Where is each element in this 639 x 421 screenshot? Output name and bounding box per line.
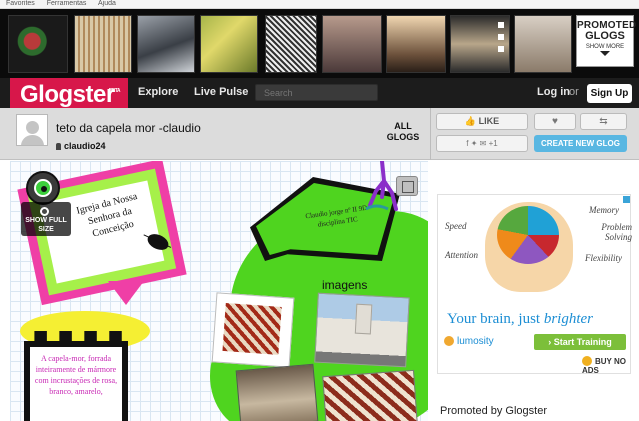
- promo-show-more: SHOW MORE: [585, 44, 625, 50]
- eye-iris: [34, 179, 52, 197]
- zoom-icon: [40, 207, 49, 216]
- photo-church-interior[interactable]: [235, 363, 319, 421]
- promo-line2: GLOGS: [585, 30, 625, 42]
- search-input[interactable]: [255, 84, 378, 101]
- logo-beta: BETA: [108, 88, 121, 94]
- all-glogs-link[interactable]: ALL GLOGS: [384, 121, 422, 143]
- photo-tile-pattern[interactable]: [211, 292, 295, 368]
- create-new-glog-button[interactable]: CREATE NEW GLOG: [534, 135, 627, 152]
- promoted-thumb-6[interactable]: [322, 15, 382, 73]
- user-icon: [56, 143, 61, 150]
- ad-label-attention: Attention: [445, 250, 478, 260]
- chevron-down-icon: [600, 51, 610, 56]
- browser-favorites-bar: Favorites Ferramentas Ajuda: [0, 0, 639, 9]
- divider: [430, 108, 431, 160]
- ad-headline-emphasis: brighter: [543, 311, 593, 327]
- ad-headline[interactable]: Your brain, just brighter: [447, 311, 593, 328]
- help-menu[interactable]: Ajuda: [98, 0, 116, 7]
- remix-icon[interactable]: ⇆: [580, 113, 627, 130]
- nav-live-pulse-link[interactable]: Live Pulse: [194, 86, 248, 98]
- ad-label-memory: Memory: [589, 205, 619, 215]
- promoted-thumb-8[interactable]: [450, 15, 510, 73]
- author-name: claudio24: [64, 141, 106, 151]
- promoted-glogs-button[interactable]: PROMOTED GLOGS SHOW MORE: [576, 15, 636, 67]
- ad-headline-prefix: Your brain, just: [447, 311, 544, 327]
- promoted-thumb-2[interactable]: [74, 15, 132, 73]
- page: Favorites Ferramentas Ajuda PROMOTED GLO…: [0, 0, 639, 421]
- ad-label-flexibility: Flexibility: [585, 253, 622, 263]
- lumosity-brand[interactable]: lumosity: [444, 336, 494, 347]
- description-text: A capela-mor, forrada inteiramente de má…: [34, 354, 118, 396]
- glog-author[interactable]: claudio24: [56, 141, 106, 151]
- logo-text: Glogster: [20, 81, 115, 108]
- share-buttons[interactable]: f ✦ ✉ +1: [436, 135, 528, 152]
- promoted-thumb-5[interactable]: [265, 15, 317, 73]
- glog-title: teto da capela mor -claudio: [56, 121, 201, 135]
- promoted-thumb-7[interactable]: [386, 15, 446, 73]
- promoted-thumb-9[interactable]: [514, 15, 572, 73]
- glogster-logo[interactable]: Glogster BETA: [10, 78, 128, 112]
- brain-icon: [497, 206, 559, 264]
- promoted-by-label: Promoted by Glogster: [440, 405, 547, 417]
- thumb-social-icons: [498, 22, 506, 58]
- like-label: LIKE: [478, 116, 500, 126]
- avatar-head: [26, 121, 39, 134]
- church-tower: [354, 303, 373, 335]
- signup-button[interactable]: Sign Up: [587, 84, 632, 103]
- login-link[interactable]: Log in: [537, 86, 570, 98]
- buy-no-ads-link[interactable]: BUY NO ADS: [582, 356, 639, 375]
- author-avatar[interactable]: [16, 114, 48, 146]
- favorites-item[interactable]: Ferramentas: [47, 0, 87, 7]
- expand-icon[interactable]: [396, 176, 418, 196]
- tile-pattern: [222, 303, 282, 355]
- avatar-body: [21, 135, 44, 145]
- promoted-thumb-3[interactable]: [137, 15, 195, 73]
- ad-label-speed: Speed: [445, 221, 467, 231]
- coin-icon: [582, 356, 592, 366]
- claw-icon: [365, 161, 398, 211]
- like-button[interactable]: 👍 LIKE: [436, 113, 528, 130]
- photo-marble-floor[interactable]: [322, 369, 418, 421]
- favorites-menu[interactable]: Favorites: [6, 0, 35, 7]
- glog-canvas: Igreja da Nossa Senhora da Conceição SHO…: [10, 161, 428, 421]
- eye-pupil: [41, 186, 47, 192]
- start-training-button[interactable]: › Start Training: [534, 334, 626, 350]
- heart-icon[interactable]: ♥: [534, 113, 576, 130]
- eye-icon: [26, 171, 60, 205]
- photo-church-exterior[interactable]: [314, 292, 410, 368]
- ad-label-problem-solving: Problem Solving: [601, 222, 632, 242]
- title-frame-tail: [108, 281, 144, 305]
- login-or-text: or: [569, 86, 579, 98]
- promoted-glogs-strip: [0, 9, 639, 78]
- images-heading: imagens: [322, 278, 368, 292]
- promoted-thumb-4[interactable]: [200, 15, 258, 73]
- lumosity-brand-name: lumosity: [457, 336, 494, 347]
- lumosity-logo-icon: [444, 336, 454, 346]
- promoted-thumb-1[interactable]: [8, 15, 68, 73]
- nav-explore-link[interactable]: Explore: [138, 86, 178, 98]
- ad-choices-icon[interactable]: [623, 196, 630, 203]
